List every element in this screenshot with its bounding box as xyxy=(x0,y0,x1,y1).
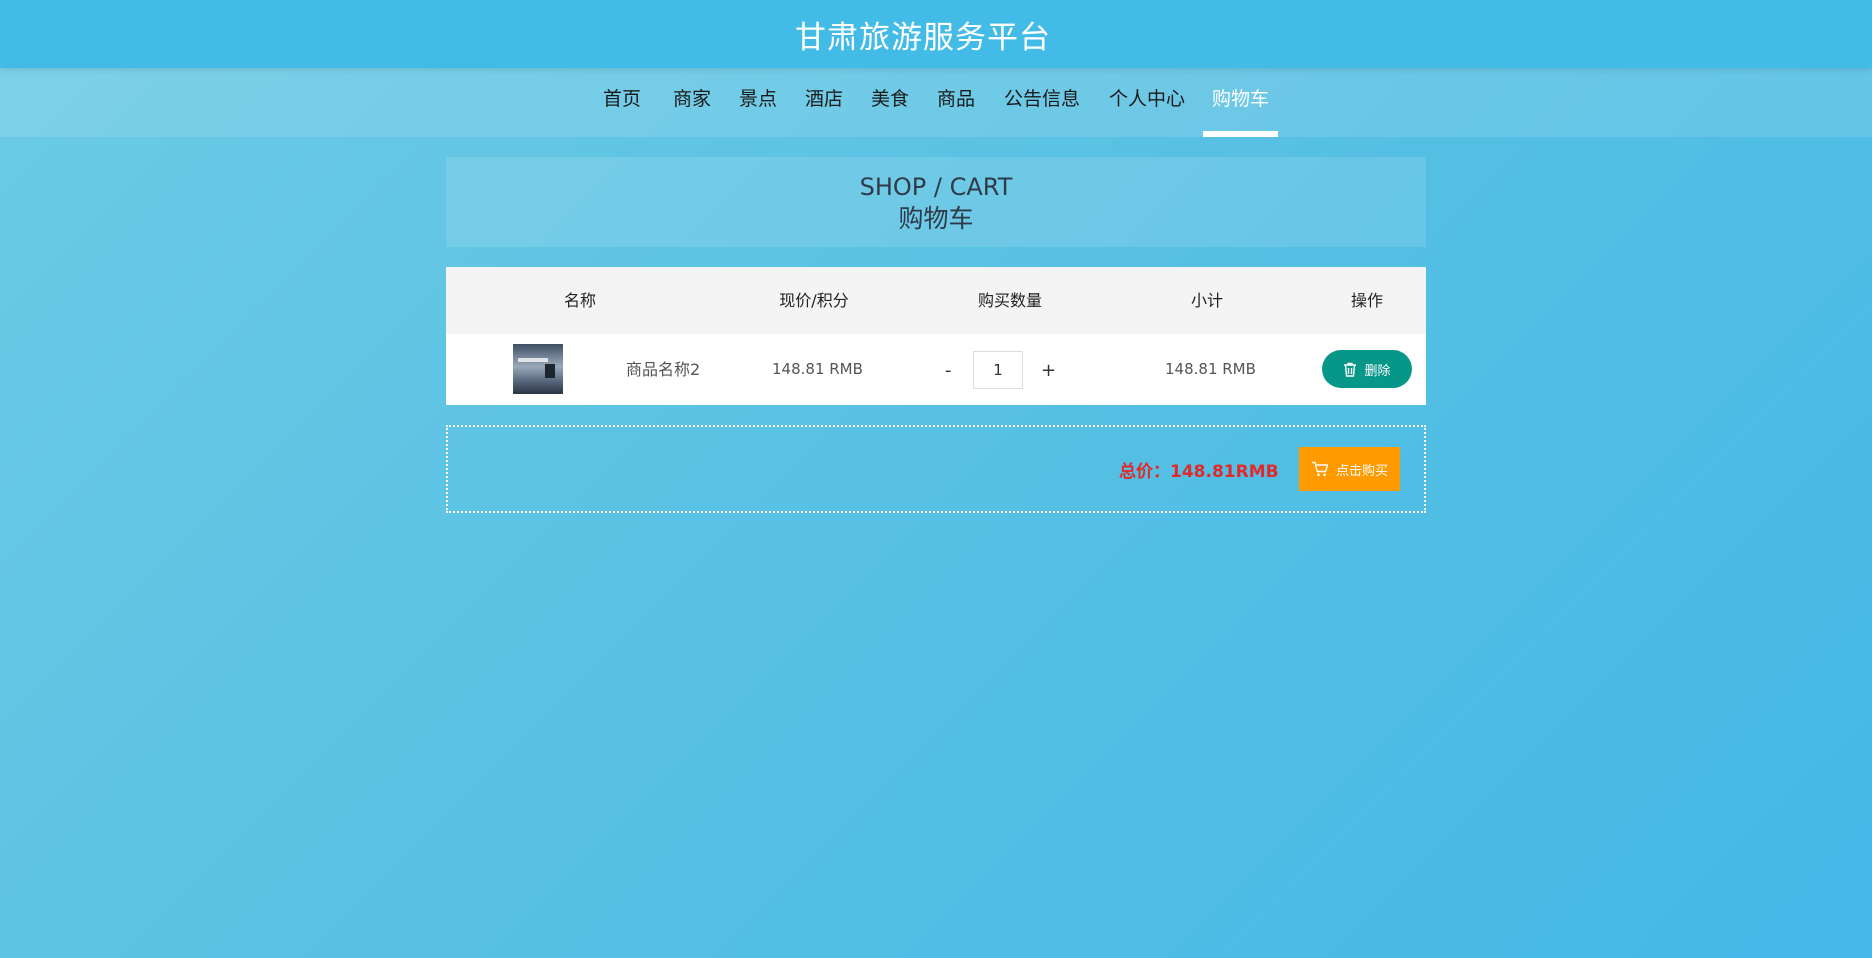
cart-table: 名称 现价/积分 购买数量 小计 操作 商品名称2 148.81 RMB - +… xyxy=(446,267,1426,405)
nav-item-home[interactable]: 首页 xyxy=(602,68,642,137)
nav-item-hotels[interactable]: 酒店 xyxy=(804,68,844,137)
nav-item-profile[interactable]: 个人中心 xyxy=(1107,68,1187,137)
nav-item-food[interactable]: 美食 xyxy=(870,68,910,137)
page-title-en: SHOP / CART xyxy=(859,173,1013,201)
product-thumbnail[interactable] xyxy=(513,344,563,394)
table-row: 商品名称2 148.81 RMB - + 148.81 RMB 删除 xyxy=(446,334,1426,405)
page-title-cn: 购物车 xyxy=(898,204,974,233)
quantity-decrease-button[interactable]: - xyxy=(945,360,952,381)
buy-button-label: 点击购买 xyxy=(1335,463,1388,479)
product-name[interactable]: 商品名称2 xyxy=(626,356,700,380)
quantity-increase-button[interactable]: + xyxy=(1041,360,1056,381)
nav-item-merchants[interactable]: 商家 xyxy=(672,68,712,137)
site-title: 甘肃旅游服务平台 xyxy=(795,19,1051,56)
nav-item-products[interactable]: 商品 xyxy=(936,68,976,137)
buy-button[interactable]: 点击购买 xyxy=(1299,447,1400,491)
cart-summary: 总价：148.81RMB 点击购买 xyxy=(446,425,1426,513)
delete-button[interactable]: 删除 xyxy=(1322,350,1412,388)
row-subtotal: 148.81 RMB xyxy=(1165,360,1256,378)
nav-item-cart[interactable]: 购物车 xyxy=(1203,68,1278,137)
trash-icon xyxy=(1343,362,1357,377)
nav-item-attractions[interactable]: 景点 xyxy=(738,68,778,137)
page-heading: SHOP / CART 购物车 xyxy=(446,157,1426,247)
header-price: 现价/积分 xyxy=(779,291,849,310)
header-actions: 操作 xyxy=(1350,291,1384,310)
header-quantity: 购买数量 xyxy=(977,291,1043,310)
total-price: 总价：148.81RMB xyxy=(1119,462,1279,482)
product-price: 148.81 RMB xyxy=(772,360,863,378)
delete-button-label: 删除 xyxy=(1364,363,1391,379)
table-header: 名称 现价/积分 购买数量 小计 操作 xyxy=(446,267,1426,334)
main-nav: 首页 商家 景点 酒店 美食 商品 公告信息 个人中心 购物车 xyxy=(0,68,1872,137)
quantity-input[interactable] xyxy=(973,351,1023,389)
header-name: 名称 xyxy=(563,291,597,310)
nav-item-announcements[interactable]: 公告信息 xyxy=(1002,68,1082,137)
header-bar: 甘肃旅游服务平台 xyxy=(0,0,1872,68)
header-subtotal: 小计 xyxy=(1190,291,1224,310)
cart-icon xyxy=(1311,461,1329,477)
